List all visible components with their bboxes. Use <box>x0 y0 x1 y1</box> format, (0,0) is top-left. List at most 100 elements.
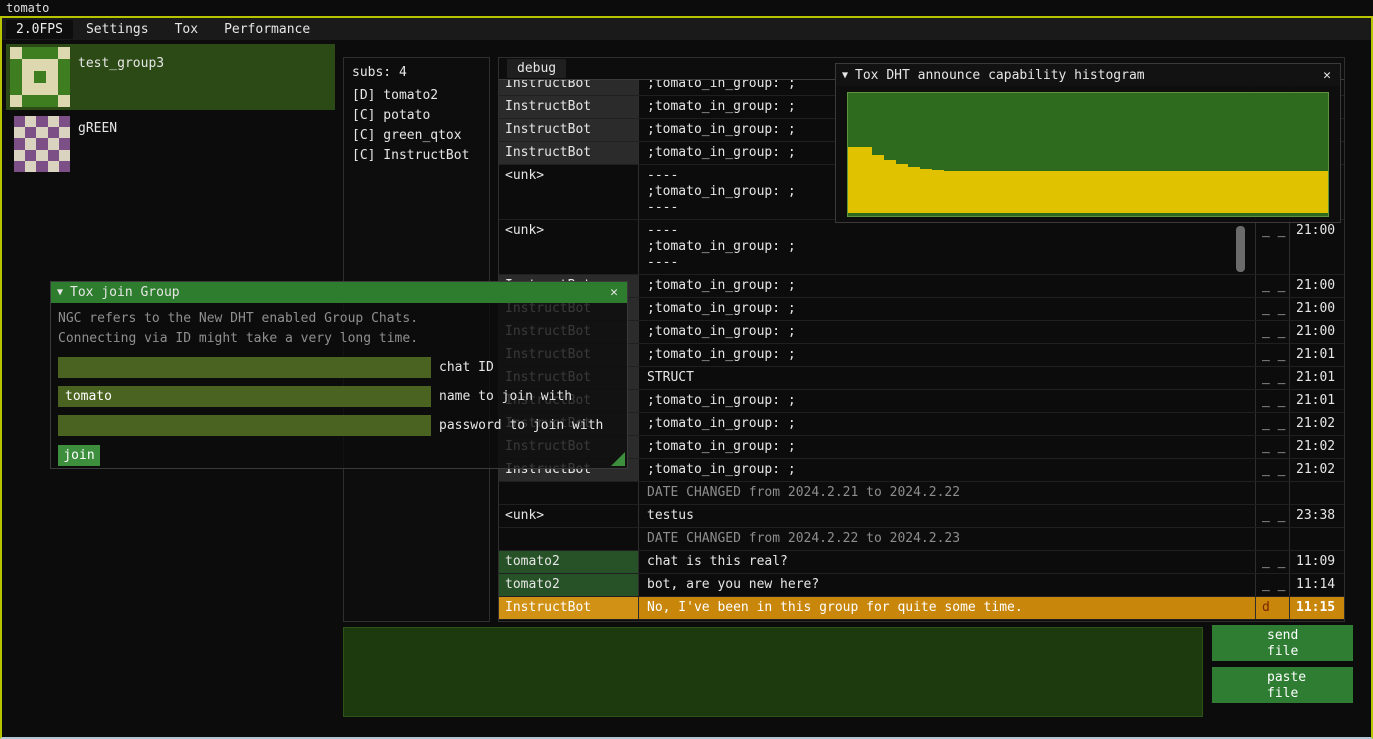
chat-sender[interactable]: tomato2 <box>499 574 639 596</box>
menu-items: SettingsToxPerformance <box>73 20 323 39</box>
chat-row[interactable]: <unk>----;tomato_in_group: ;----_ _21:00 <box>499 220 1345 275</box>
chat-flags: _ _ <box>1256 220 1290 274</box>
histogram-bar <box>1220 171 1232 213</box>
join-field-row: chat ID <box>58 357 620 378</box>
chat-sender[interactable]: InstructBot <box>499 96 639 118</box>
chat-sender[interactable]: <unk> <box>499 220 639 274</box>
contact-item-test_group3[interactable]: test_group3 <box>6 44 335 110</box>
avatar-pixel <box>46 59 58 71</box>
avatar-pixel <box>14 127 25 138</box>
close-icon[interactable]: ✕ <box>1320 68 1334 83</box>
collapse-arrow-icon[interactable]: ▼ <box>57 287 63 298</box>
histogram-bar <box>932 170 944 213</box>
histogram-bar <box>1004 171 1016 213</box>
histogram-bar <box>1136 171 1148 213</box>
chat-sender[interactable]: tomato2 <box>499 551 639 573</box>
member-item[interactable]: [C] potato <box>344 106 489 126</box>
chat-id-input[interactable] <box>58 357 431 378</box>
histogram-bar <box>884 160 896 213</box>
chat-sender[interactable] <box>499 482 639 504</box>
avatar-pixel <box>48 138 59 149</box>
collapse-arrow-icon[interactable]: ▼ <box>842 70 848 81</box>
chat-row[interactable]: tomato2chat is this real?_ _11:09 <box>499 551 1345 574</box>
chat-sender[interactable] <box>499 528 639 550</box>
join-button[interactable]: join <box>58 445 100 466</box>
histogram-bar <box>968 171 980 213</box>
chat-time <box>1290 528 1345 550</box>
histogram-bar <box>1316 171 1328 213</box>
histogram-title: Tox DHT announce capability histogram <box>855 68 1320 83</box>
join-field-label: password to join with <box>439 418 603 433</box>
avatar-pixel <box>59 138 70 149</box>
paste-file-button[interactable]: paste file <box>1212 667 1353 703</box>
member-items: [D] tomato2[C] potato[C] green_qtox[C] I… <box>344 86 489 166</box>
contact-avatar <box>14 116 70 172</box>
avatar-pixel <box>59 116 70 127</box>
join-field-row: password to join with <box>58 415 620 436</box>
menu-item-settings[interactable]: Settings <box>73 20 162 39</box>
histogram-bar <box>920 169 932 213</box>
histogram-bar <box>1052 171 1064 213</box>
member-item[interactable]: [C] InstructBot <box>344 146 489 166</box>
avatar-pixel <box>25 116 36 127</box>
histogram-titlebar[interactable]: ▼ Tox DHT announce capability histogram … <box>836 64 1340 86</box>
app-window: tomato 2.0FPS SettingsToxPerformance tes… <box>0 0 1373 739</box>
chat-scrollbar-thumb[interactable] <box>1236 226 1245 272</box>
member-item[interactable]: [D] tomato2 <box>344 86 489 106</box>
avatar-pixel <box>34 71 46 83</box>
send-file-button[interactable]: send file <box>1212 625 1353 661</box>
join-group-window: ▼ Tox join Group ✕ NGC refers to the New… <box>50 281 628 469</box>
chat-flags: _ _ <box>1256 390 1290 412</box>
chat-row[interactable]: DATE CHANGED from 2024.2.21 to 2024.2.22 <box>499 482 1345 505</box>
password-input[interactable] <box>58 415 431 436</box>
histogram-bar <box>1124 171 1136 213</box>
avatar-pixel <box>10 95 22 107</box>
contact-item-gREEN[interactable]: gREEN <box>6 112 335 174</box>
chat-sender[interactable]: <unk> <box>499 165 639 219</box>
histogram-bar <box>1232 171 1244 213</box>
avatar-pixel <box>10 47 22 59</box>
fps-counter: 2.0FPS <box>6 20 73 39</box>
chat-row[interactable]: tomato2bot, are you new here?_ _11:14 <box>499 574 1345 597</box>
chat-row[interactable]: InstructBotNo, I've been in this group f… <box>499 597 1345 620</box>
avatar-pixel <box>34 95 46 107</box>
chat-sender[interactable]: InstructBot <box>499 119 639 141</box>
histogram-bar <box>944 171 956 213</box>
chat-message: ;tomato_in_group: ; <box>639 321 1256 343</box>
chat-message: DATE CHANGED from 2024.2.22 to 2024.2.23 <box>639 528 1256 550</box>
histogram-bar <box>896 164 908 213</box>
histogram-bar <box>1064 171 1076 213</box>
chat-sender[interactable]: InstructBot <box>499 597 639 619</box>
chat-time: 21:01 <box>1290 344 1345 366</box>
chat-time: 11:14 <box>1290 574 1345 596</box>
message-input[interactable] <box>343 627 1203 717</box>
member-item[interactable]: [C] green_qtox <box>344 126 489 146</box>
chat-message: No, I've been in this group for quite so… <box>639 597 1256 619</box>
avatar-pixel <box>25 150 36 161</box>
histogram-bar <box>980 171 992 213</box>
histogram-bar <box>1040 171 1052 213</box>
avatar-pixel <box>10 71 22 83</box>
menu-item-performance[interactable]: Performance <box>211 20 323 39</box>
chat-time: 21:00 <box>1290 275 1345 297</box>
histogram-bar <box>1148 171 1160 213</box>
menu-item-tox[interactable]: Tox <box>162 20 211 39</box>
histogram-bar <box>1112 171 1124 213</box>
histogram-plot[interactable] <box>847 92 1329 217</box>
resize-grip[interactable] <box>611 452 625 466</box>
chat-flags: _ _ <box>1256 298 1290 320</box>
chat-message: testus <box>639 505 1256 527</box>
avatar-pixel <box>14 161 25 172</box>
join-group-titlebar[interactable]: ▼ Tox join Group ✕ <box>51 282 627 303</box>
name-input[interactable] <box>58 386 431 407</box>
histogram-bar <box>860 147 872 213</box>
chat-row[interactable]: <unk>testus_ _23:38 <box>499 505 1345 528</box>
chat-row[interactable]: DATE CHANGED from 2024.2.22 to 2024.2.23 <box>499 528 1345 551</box>
close-icon[interactable]: ✕ <box>607 285 621 300</box>
chat-time: 21:02 <box>1290 436 1345 458</box>
chat-sender[interactable]: InstructBot <box>499 142 639 164</box>
histogram-window: ▼ Tox DHT announce capability histogram … <box>835 63 1341 223</box>
tab-debug[interactable]: debug <box>507 59 566 78</box>
join-info-text: NGC refers to the New DHT enabled Group … <box>58 309 620 349</box>
chat-sender[interactable]: <unk> <box>499 505 639 527</box>
